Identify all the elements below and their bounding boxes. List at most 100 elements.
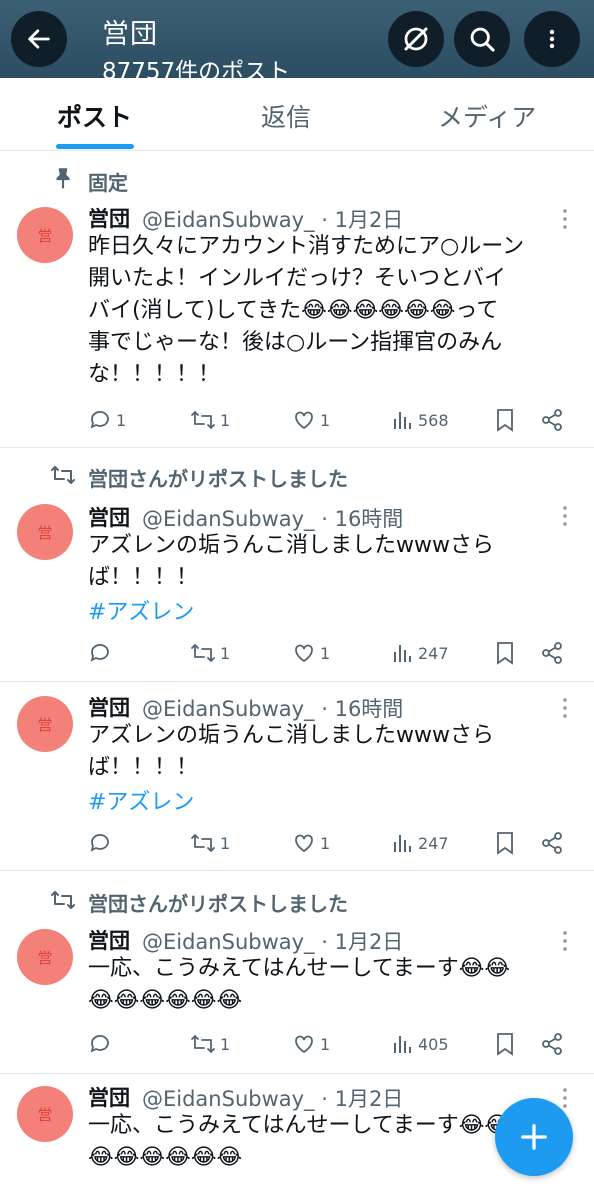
avatar[interactable]: 営: [17, 929, 73, 985]
heart-icon: [295, 644, 313, 663]
views-button[interactable]: 247: [392, 640, 449, 666]
reply-button[interactable]: [88, 640, 116, 666]
post-more-icon[interactable]: [558, 1086, 572, 1110]
view-count: 247: [418, 643, 449, 663]
share-icon[interactable]: [540, 640, 564, 666]
repost-icon: [51, 466, 75, 484]
post-count: 87757件のポスト: [102, 59, 291, 78]
reply-count: 1: [116, 410, 127, 430]
back-arrow-icon: [28, 29, 50, 49]
post[interactable]: 営団さんがリポストしました 営 営団 @EidanSubway_ · 16時間 …: [0, 448, 594, 682]
repost-count: 1: [220, 410, 231, 430]
search-icon: [470, 27, 495, 52]
repost-icon: [191, 834, 215, 852]
post-more-icon[interactable]: [558, 929, 572, 953]
post-text: アズレンの垢うんこ消しましたwwwさら ば！！！！: [88, 533, 494, 590]
more-vertical-icon: [549, 29, 555, 49]
views-icon: [394, 412, 411, 429]
profile-header: 営団 87757件のポスト: [0, 0, 594, 78]
reply-icon: [90, 644, 109, 662]
back-button[interactable]: [11, 11, 67, 67]
reply-button[interactable]: [88, 830, 116, 856]
post[interactable]: 営団さんがリポストしました 営 営団 @EidanSubway_ · 1月2日 …: [0, 871, 594, 1074]
repost-icon: [191, 644, 215, 662]
repost-button[interactable]: 1: [190, 407, 230, 433]
repost-button[interactable]: 1: [190, 830, 230, 856]
author-name[interactable]: 営団: [88, 203, 130, 233]
compose-button[interactable]: [495, 1098, 573, 1176]
like-button[interactable]: 1: [292, 407, 330, 433]
hashtag-link[interactable]: #アズレン: [88, 784, 194, 816]
handle-time: @EidanSubway_ · 1月2日: [142, 208, 404, 232]
like-count: 1: [320, 643, 331, 663]
tab-media[interactable]: メディア: [438, 98, 536, 134]
post-more-icon[interactable]: [558, 207, 572, 231]
repost-count: 1: [220, 833, 231, 853]
post-more-icon[interactable]: [558, 696, 572, 720]
views-icon: [394, 835, 411, 852]
post-text: アズレンの垢うんこ消しましたwwwさら ば！！！！: [88, 723, 494, 780]
view-count: 247: [418, 833, 449, 853]
handle-time: @EidanSubway_ · 1月2日: [142, 1087, 404, 1111]
post-context: 営団さんがリポストしました: [88, 892, 348, 916]
post-context: 固定: [88, 171, 128, 195]
bookmark-icon[interactable]: [494, 407, 516, 433]
views-button[interactable]: 247: [392, 830, 449, 856]
bookmark-icon[interactable]: [494, 830, 516, 856]
heart-icon: [295, 834, 313, 853]
reply-icon: [90, 411, 109, 429]
author-name[interactable]: 営団: [88, 1082, 130, 1112]
repost-count: 1: [220, 643, 231, 663]
repost-icon: [191, 1035, 215, 1053]
handle-time: @EidanSubway_ · 16時間: [142, 507, 404, 531]
reply-button[interactable]: [88, 1031, 116, 1057]
handle-time: @EidanSubway_ · 16時間: [142, 697, 404, 721]
like-button[interactable]: 1: [292, 1031, 330, 1057]
dissolve-icon: [404, 27, 428, 51]
pin-icon: [56, 168, 70, 189]
bookmark-icon[interactable]: [494, 640, 516, 666]
repost-button[interactable]: 1: [190, 640, 230, 666]
repost-button[interactable]: 1: [190, 1031, 230, 1057]
tab-posts[interactable]: ポスト: [57, 98, 132, 134]
share-icon[interactable]: [540, 1031, 564, 1057]
view-count: 405: [418, 1034, 449, 1054]
hashtag-link[interactable]: #アズレン: [88, 594, 194, 626]
more-button[interactable]: [524, 11, 580, 67]
post-more-icon[interactable]: [558, 504, 572, 528]
bookmark-icon[interactable]: [494, 1031, 516, 1057]
grok-button[interactable]: [388, 11, 444, 67]
heart-icon: [295, 1035, 313, 1054]
search-button[interactable]: [454, 11, 510, 67]
views-icon: [394, 645, 411, 662]
page-title: 営団: [102, 19, 158, 50]
post[interactable]: 営 営団 @EidanSubway_ · 16時間 アズレンの垢うんこ消しました…: [0, 682, 594, 871]
views-button[interactable]: 405: [392, 1031, 449, 1057]
tab-replies[interactable]: 返信: [261, 98, 311, 134]
author-name[interactable]: 営団: [88, 502, 130, 532]
like-button[interactable]: 1: [292, 640, 330, 666]
post-text: 昨日久々にアカウント消すためにア○ルーン 開いたよ！インルイだっけ？そいつとバイ…: [88, 234, 525, 387]
post-text: 一応、こうみえてはんせーしてまーす😂😂 😂😂😂😂😂😂: [88, 956, 511, 1013]
avatar[interactable]: 営: [17, 1086, 73, 1142]
avatar[interactable]: 営: [17, 504, 73, 560]
avatar[interactable]: 営: [17, 207, 73, 263]
like-button[interactable]: 1: [292, 830, 330, 856]
like-count: 1: [320, 410, 331, 430]
views-icon: [394, 1036, 411, 1053]
share-icon[interactable]: [540, 830, 564, 856]
repost-icon: [51, 891, 75, 909]
views-button[interactable]: 568: [392, 407, 449, 433]
avatar[interactable]: 営: [17, 696, 73, 752]
author-name[interactable]: 営団: [88, 925, 130, 955]
post-context: 営団さんがリポストしました: [88, 467, 348, 491]
plus-icon: [521, 1124, 547, 1150]
post[interactable]: 固定 営 営団 @EidanSubway_ · 1月2日 昨日久々にアカウント消…: [0, 151, 594, 448]
share-icon[interactable]: [540, 407, 564, 433]
profile-tabs: ポスト 返信 メディア: [0, 78, 594, 151]
reply-button[interactable]: 1: [88, 407, 126, 433]
like-count: 1: [320, 833, 331, 853]
like-count: 1: [320, 1034, 331, 1054]
repost-count: 1: [220, 1034, 231, 1054]
author-name[interactable]: 営団: [88, 692, 130, 722]
